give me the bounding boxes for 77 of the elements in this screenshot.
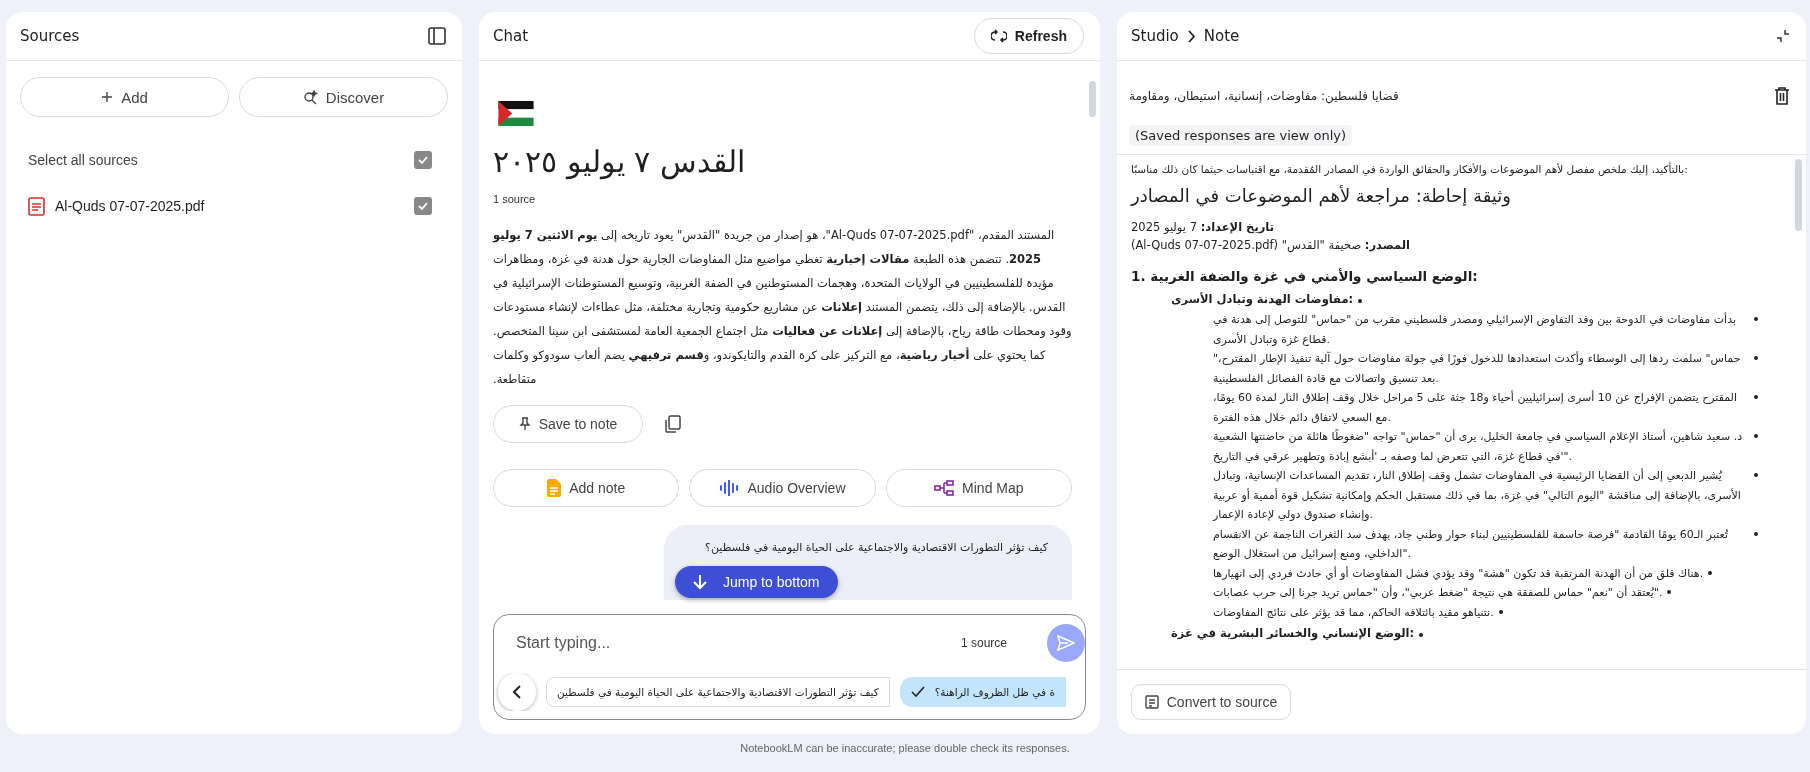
section-heading: 1. الوضع السياسي والأمني في غزة والضفة الغربية:	[1131, 268, 1479, 284]
trash-icon[interactable]	[1774, 87, 1790, 105]
plus-icon	[101, 91, 114, 103]
panel-title: Chat	[493, 27, 529, 45]
checkmark-icon	[910, 686, 925, 698]
note-heading: وثيقة إحاطة: مراجعة لأهم الموضوعات في المصادر	[1131, 185, 1512, 206]
scrollbar-thumb[interactable]	[1089, 81, 1096, 117]
mind-map-icon	[934, 480, 955, 496]
checkmark-icon	[417, 154, 429, 166]
chevron-right-icon	[1186, 29, 1196, 43]
breadcrumb-current: Note	[1203, 27, 1240, 45]
chevron-left-icon	[512, 685, 522, 699]
mind-map-button[interactable]: Mind Map	[885, 469, 1072, 507]
collapse-icon[interactable]	[1776, 29, 1790, 43]
bullet-icon	[1708, 570, 1713, 575]
list-item-text: نتنياهو مقيد بائتلافه الحاكم، مما قد يؤثر على نتائج المفاوضات.	[1213, 604, 1494, 621]
bullet-icon	[1358, 299, 1363, 303]
document-icon	[1144, 695, 1159, 709]
list-item-text: د. سعيد شاهين، أستاذ الإعلام السياسي في جامعة الخليل، يرى أن "حماس" تواجه "ضغوطًا هائلة من حاضنتها الشعبية في قطاع غزة، التي تتعرض لما وصفه بـ 'أبشع إبادة وتطهير عرقي في التاريخ'".	[1213, 428, 1744, 465]
list-item-text: بدأت مفاوضات في الدوحة بين وفد التفاوض الإسرائيلي ومصدر فلسطيني مقرب من "حماس" للتوصل إلى هدنة في قطاع غزة وتبادل الأسرى.	[1213, 311, 1737, 348]
bullet-icon	[1754, 473, 1758, 477]
bullet-icon	[1667, 590, 1672, 594]
source-count: 1 source	[493, 193, 537, 205]
list-item-text: يُعتقد أن "نعم" حماس للصفقة هي نتيجة "ضغط عربي"، وأن "حماس تريد جرنا إلى حرب عصابات".	[1213, 584, 1663, 601]
save-to-note-button[interactable]: Save to note	[493, 405, 643, 443]
suggestion-chip[interactable]: كيف تؤثر التطورات الاقتصادية والاجتماعية على الحياة اليومية في فلسطين	[546, 677, 890, 707]
chat-input-field[interactable]: Start typing...	[514, 633, 951, 653]
send-icon	[1057, 635, 1075, 651]
bullet-icon	[1754, 531, 1758, 536]
sidebar-toggle-icon[interactable]	[428, 27, 446, 45]
meta-text: المصدر: صحيفة "القدس" (Al-Quds 07-07-2025.pdf)	[1131, 237, 1411, 254]
audio-overview-button[interactable]: Audio Overview	[689, 469, 876, 507]
bullet-icon	[1754, 395, 1758, 399]
convert-to-source-button[interactable]: Convert to source	[1131, 684, 1291, 720]
bullet-icon	[1754, 356, 1758, 360]
refresh-button[interactable]: Refresh	[973, 18, 1084, 54]
source-name[interactable]: Al-Quds 07-07-2025.pdf	[55, 198, 404, 214]
subsection-heading: الوضع الإنساني والخسائر البشرية في غزة:	[1171, 626, 1415, 640]
add-note-button[interactable]: Add note	[493, 469, 680, 507]
refresh-icon	[990, 29, 1007, 43]
document-icon	[547, 479, 562, 497]
intro-text: بالتأكيد، إليك ملخص مفصل لأهم الموضوعات والأفكار والحقائق الواردة في المصادر المُقدمة، مع اقتباسات حيثما كان ذلك مناسبًا:	[1131, 163, 1689, 175]
meta-text: تاريخ الإعداد: 7 يوليو 2025	[1131, 219, 1275, 236]
scrollbar-thumb[interactable]	[1795, 159, 1802, 231]
checkmark-icon	[417, 200, 429, 212]
note-title: قضايا فلسطين: مفاوضات، إنسانية، استيطان، ومقاومة	[1129, 89, 1399, 103]
pdf-file-icon	[28, 196, 45, 216]
checkbox[interactable]	[414, 151, 432, 169]
bullet-icon	[1754, 434, 1758, 438]
arrow-down-icon	[693, 574, 707, 590]
checkbox[interactable]	[414, 197, 432, 215]
scroll-left-button[interactable]	[498, 673, 536, 711]
add-button[interactable]: Add	[20, 77, 229, 117]
breadcrumb-link[interactable]: Studio	[1131, 27, 1179, 45]
panel-title: Sources	[20, 27, 80, 45]
jump-to-bottom-button[interactable]: Jump to bottom	[675, 566, 838, 598]
source-count: 1 source	[960, 636, 1007, 650]
select-all-label: Select all sources	[28, 152, 139, 168]
list-item-text: المقترح يتضمن الإفراج عن 10 أسرى إسرائيليين أحياء و18 جثة على 5 مراحل خلال وقف إطلاق النار لمدة 60 يومًا، مع السعي لاتفاق دائم خلال هذه الفترة.	[1213, 389, 1739, 426]
audio-bars-icon	[719, 480, 740, 496]
list-item-text: هناك قلق من أن الهدنة المرتقبة قد تكون "هشة" وقد يؤدي فشل المفاوضات أو أي حادث فردي إلى انهيارها.	[1213, 565, 1704, 582]
disclaimer-text: NotebookLM can be inaccurate; please double check its responses.	[739, 741, 1071, 754]
summary-text: المستند المقدم، "Al-Quds 07-07-2025.pdf"، هو إصدار من جريدة "القدس" يعود تاريخه إلى يوم الاثنين 7 يوليو 2025. تتضمن هذه الطبعة مقالات إخبارية تغطي مواضيع مثل المفاوضات الجارية حول هدنة في غزة، ومظاهرات مؤيدة للفلسطينيين في الولايات المتحدة، وهجمات المستوطنين في الضفة الغربية، وتوسيع المستوطنات الإسرائيلية في القدس. بالإضافة إلى ذلك، يتضمن المستند إعلانات عن مشاريع حكومية وتجارية مختلفة، مثل عطاءات لإنشاء مستودعات وقود ومحطات طاقة رياح، بالإضافة إلى إعلانات عن فعاليات مثل اجتماع الجمعية العامة لمستشفى ابن سينا المتخصص. كما يحتوي على أخبار رياضية، مع التركيز على كرة القدم والتايكوندو، وقسم ترفيهي يضم ألعاب سودوكو وكلمات متقاطعة.	[493, 227, 1072, 388]
subsection-heading: مفاوضات الهدنة وتبادل الأسرى:	[1171, 292, 1354, 306]
bullet-icon	[1754, 317, 1758, 321]
copy-icon[interactable]	[665, 415, 681, 433]
suggestion-chip[interactable]: ة في ظل الظروف الراهنة؟	[899, 677, 1066, 707]
discover-button[interactable]: Discover	[239, 77, 448, 117]
list-item-text: "حماس" سلمت ردها إلى الوسطاء وأكدت استعدادها للدخول فورًا في جولة مفاوضات حول آلية تنفيذ الإطار المقترح، بعد تنسيق واتصالات مع قادة الفصائل الفلسطينية.	[1213, 350, 1742, 387]
view-only-label: (Saved responses are view only)	[1129, 125, 1353, 146]
message-title: القدس ٧ يوليو ٢٠٢٥	[493, 144, 746, 179]
list-item-text: يُشير الدبعي إلى أن القضايا الرئيسية في المفاوضات تشمل وقف إطلاق النار، تقديم المساعدات الإنسانية، وتبادل الأسرى، بالإضافة إلى مناقشة "اليوم التالي" في غزة، بما في ذلك مستقبل الحكم وإمكانية تشكيل قوة أممية أو عربية وإنشاء صندوق دولي لإعادة الإعمار.	[1213, 467, 1742, 523]
search-sparkle-icon	[302, 89, 318, 105]
bullet-icon	[1419, 633, 1424, 637]
list-item-text: تُعتبر الـ60 يومًا القادمة "فرصة حاسمة للفلسطينيين لبناء حوار وطني جاد، بهدف سد الثغرات الناجمة عن الانقسام الداخلي، ومنع إسرائيل من استغلال الوضع".	[1213, 526, 1729, 562]
pin-icon	[518, 417, 531, 431]
bullet-icon	[1498, 609, 1503, 614]
